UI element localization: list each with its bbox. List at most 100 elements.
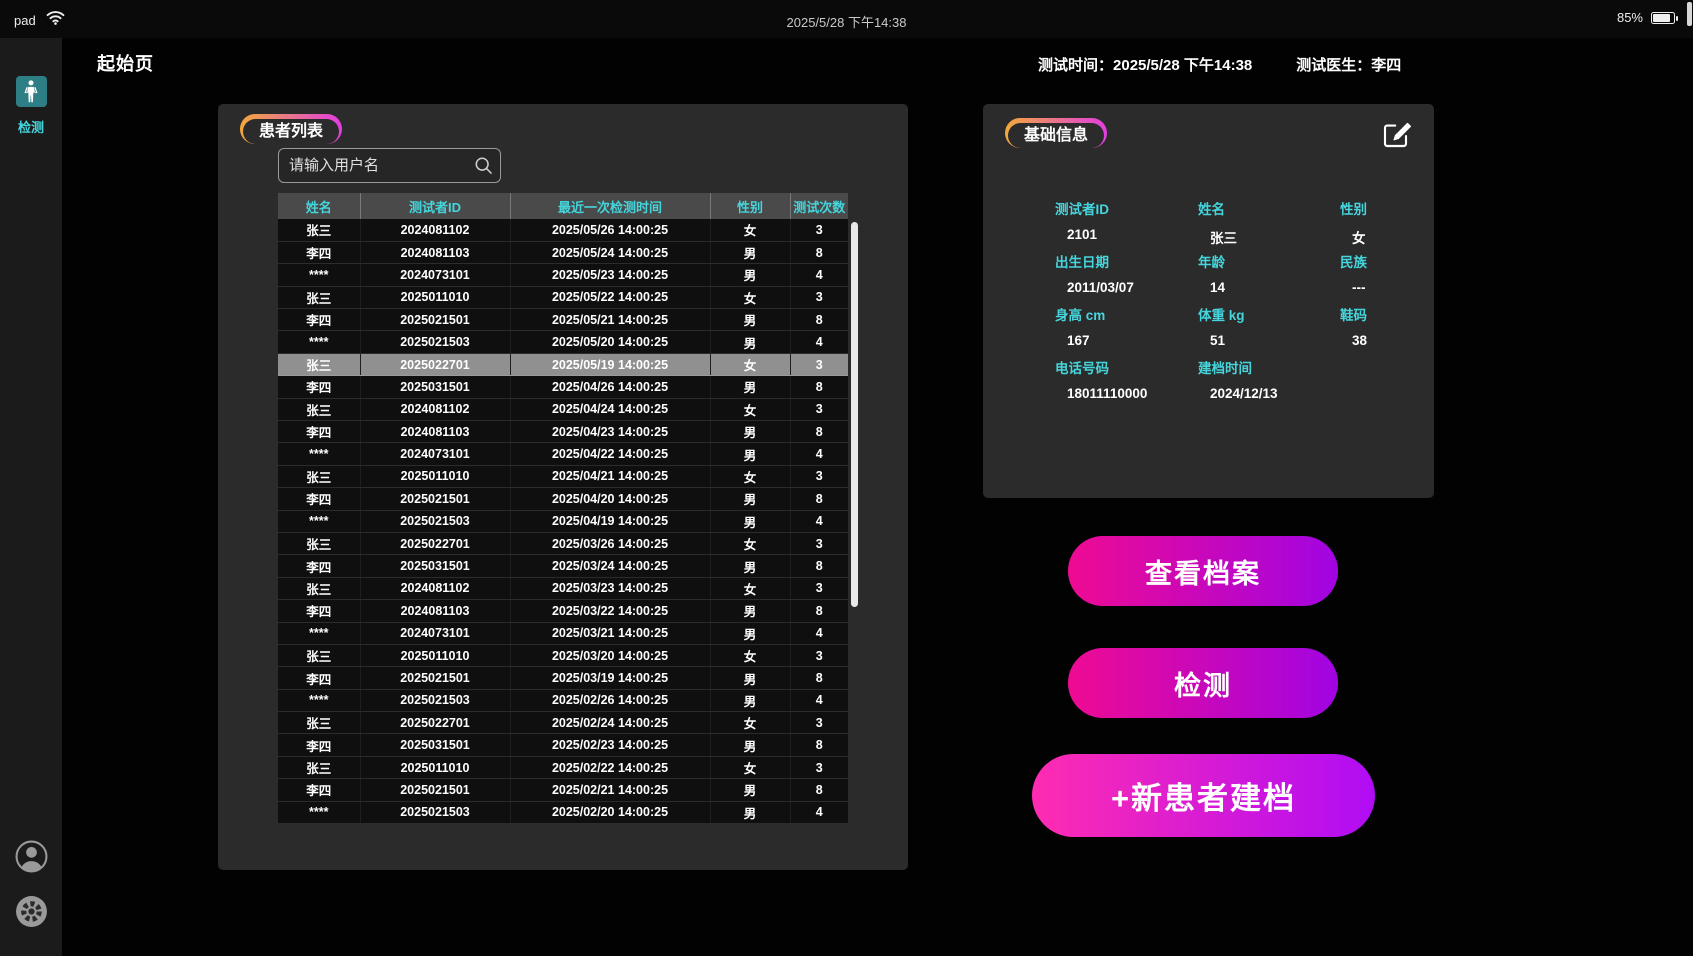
table-row[interactable]: ****20250215032025/02/20 14:00:25男4	[278, 801, 848, 823]
sidebar-item-label: 检测	[0, 117, 62, 136]
table-cell: 张三	[278, 286, 360, 308]
table-row[interactable]: 李四20250315012025/03/24 14:00:25男8	[278, 555, 848, 577]
table-row[interactable]: 李四20240811032025/04/23 14:00:25男8	[278, 421, 848, 443]
table-cell: 3	[790, 644, 848, 666]
table-row[interactable]: 张三20240811022025/04/24 14:00:25女3	[278, 398, 848, 420]
info-field-value: 2011/03/07	[1067, 280, 1198, 295]
table-scrollbar-thumb[interactable]	[851, 222, 858, 607]
search-input[interactable]	[278, 148, 501, 183]
search-box	[278, 148, 501, 183]
info-field-value: 14	[1210, 280, 1340, 295]
status-time: 2025/5/28 下午14:38	[0, 12, 1693, 31]
table-row[interactable]: 张三20240811022025/03/23 14:00:25女3	[278, 577, 848, 599]
table-row[interactable]: 张三20250110102025/04/21 14:00:25女3	[278, 465, 848, 487]
table-cell: 3	[790, 712, 848, 734]
table-row[interactable]: 张三20250227012025/05/19 14:00:25女3	[278, 353, 848, 375]
table-cell: 4	[790, 264, 848, 286]
table-cell: 2025011010	[360, 286, 510, 308]
table-row[interactable]: ****20240731012025/03/21 14:00:25男4	[278, 622, 848, 644]
table-cell: 2025/03/19 14:00:25	[510, 667, 710, 689]
table-row[interactable]: 李四20250315012025/04/26 14:00:25男8	[278, 376, 848, 398]
table-cell: 8	[790, 376, 848, 398]
table-row[interactable]: ****20240731012025/05/23 14:00:25男4	[278, 264, 848, 286]
search-icon[interactable]	[474, 156, 493, 175]
info-field: 民族---	[1340, 251, 1432, 304]
table-cell: 男	[710, 421, 790, 443]
table-header-row: 姓名测试者ID最近一次检测时间性别测试次数	[278, 193, 848, 219]
table-row[interactable]: 李四20240811032025/03/22 14:00:25男8	[278, 600, 848, 622]
scrollbar-fragment[interactable]	[1687, 2, 1692, 26]
edit-pencil-icon[interactable]	[1381, 120, 1411, 150]
info-field-label: 鞋码	[1340, 304, 1432, 324]
table-cell: 4	[790, 801, 848, 823]
table-row[interactable]: 张三20250110102025/03/20 14:00:25女3	[278, 644, 848, 666]
info-field-label: 年龄	[1198, 251, 1340, 271]
table-cell: 女	[710, 756, 790, 778]
table-cell: 男	[710, 264, 790, 286]
view-archive-button[interactable]: 查看档案	[1068, 536, 1338, 606]
table-cell: 2025022701	[360, 712, 510, 734]
table-cell: 2025/02/23 14:00:25	[510, 734, 710, 756]
table-cell: 2025/04/23 14:00:25	[510, 421, 710, 443]
table-cell: 2025/05/19 14:00:25	[510, 353, 710, 375]
column-header: 测试次数	[790, 193, 848, 219]
info-field-value: 张三	[1210, 227, 1340, 247]
patient-table: 姓名测试者ID最近一次检测时间性别测试次数 张三20240811022025/0…	[278, 193, 848, 824]
table-cell: ****	[278, 689, 360, 711]
table-cell: 男	[710, 689, 790, 711]
table-row[interactable]: 李四20250215012025/05/21 14:00:25男8	[278, 309, 848, 331]
table-row[interactable]: 张三20240811022025/05/26 14:00:25女3	[278, 219, 848, 241]
column-header: 姓名	[278, 193, 360, 219]
table-cell: 4	[790, 689, 848, 711]
table-cell: ****	[278, 331, 360, 353]
table-cell: 2025011010	[360, 644, 510, 666]
table-cell: 男	[710, 667, 790, 689]
table-cell: 8	[790, 600, 848, 622]
table-cell: 2025021501	[360, 779, 510, 801]
table-cell: 2025/05/21 14:00:25	[510, 309, 710, 331]
patient-table-body: 张三20240811022025/05/26 14:00:25女3李四20240…	[278, 219, 848, 824]
info-field: 体重 kg51	[1198, 304, 1340, 357]
sidebar-item-detect[interactable]: 检测	[0, 76, 62, 136]
table-cell: 2024081102	[360, 219, 510, 241]
table-cell: 李四	[278, 734, 360, 756]
test-doctor: 测试医生：李四	[1296, 54, 1401, 75]
info-field-label: 测试者ID	[1055, 198, 1198, 218]
table-row[interactable]: 李四20250215012025/04/20 14:00:25男8	[278, 488, 848, 510]
info-field-value: 167	[1067, 333, 1198, 348]
table-cell: 2025021501	[360, 488, 510, 510]
table-cell: 2024073101	[360, 264, 510, 286]
table-cell: 2024081103	[360, 421, 510, 443]
table-row[interactable]: ****20250215032025/05/20 14:00:25男4	[278, 331, 848, 353]
table-row[interactable]: 李四20250215012025/02/21 14:00:25男8	[278, 779, 848, 801]
table-cell: 2025021503	[360, 331, 510, 353]
column-header: 测试者ID	[360, 193, 510, 219]
table-row[interactable]: 张三20250110102025/02/22 14:00:25女3	[278, 756, 848, 778]
table-row[interactable]: ****20240731012025/04/22 14:00:25男4	[278, 443, 848, 465]
table-cell: 3	[790, 465, 848, 487]
table-row[interactable]: 张三20250110102025/05/22 14:00:25女3	[278, 286, 848, 308]
table-row[interactable]: 李四20250215012025/03/19 14:00:25男8	[278, 667, 848, 689]
profile-icon[interactable]	[15, 840, 48, 873]
patient-list-title-pill: 患者列表	[240, 114, 342, 144]
info-field-label: 身高 cm	[1055, 304, 1198, 324]
sidebar: 检测	[0, 38, 62, 956]
table-row[interactable]: 李四20240811032025/05/24 14:00:25男8	[278, 241, 848, 263]
table-row[interactable]: 张三20250227012025/02/24 14:00:25女3	[278, 712, 848, 734]
table-cell: 男	[710, 241, 790, 263]
table-cell: 女	[710, 398, 790, 420]
detect-button[interactable]: 检测	[1068, 648, 1338, 718]
table-cell: 女	[710, 219, 790, 241]
table-row[interactable]: 张三20250227012025/03/26 14:00:25女3	[278, 532, 848, 554]
table-cell: 李四	[278, 376, 360, 398]
info-field-value: ---	[1352, 280, 1432, 295]
settings-gear-icon[interactable]	[15, 895, 48, 928]
table-row[interactable]: 李四20250315012025/02/23 14:00:25男8	[278, 734, 848, 756]
app-root: pad 2025/5/28 下午14:38 85%	[0, 0, 1693, 956]
table-cell: 男	[710, 801, 790, 823]
table-row[interactable]: ****20250215032025/02/26 14:00:25男4	[278, 689, 848, 711]
table-row[interactable]: ****20250215032025/04/19 14:00:25男4	[278, 510, 848, 532]
table-cell: 女	[710, 532, 790, 554]
table-cell: 2024081102	[360, 398, 510, 420]
new-patient-button[interactable]: +新患者建档	[1032, 754, 1375, 837]
